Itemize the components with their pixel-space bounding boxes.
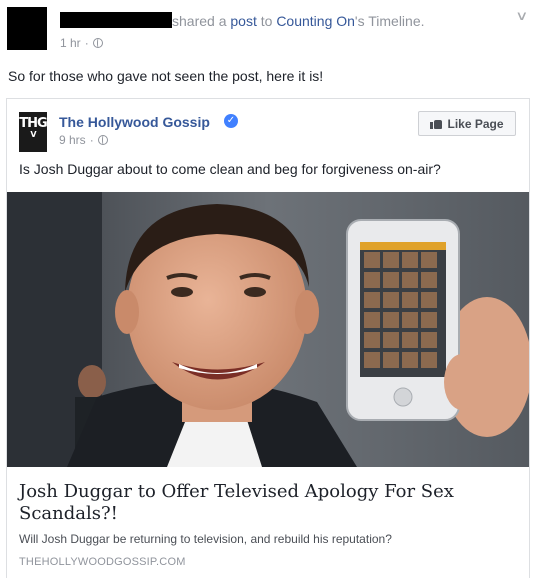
link-preview-title[interactable]: Josh Duggar to Offer Televised Apology F… [19, 481, 489, 525]
share-timestamp[interactable]: 1 hr [60, 36, 81, 50]
page-logo[interactable]: THG V [19, 112, 48, 152]
share-meta: 1 hr · [60, 36, 103, 50]
photo-illustration [7, 192, 529, 467]
sharer-avatar[interactable] [7, 7, 47, 50]
meta-separator: · [84, 36, 89, 50]
globe-icon[interactable] [97, 135, 108, 145]
shared-post-card: THG V The Hollywood Gossip ✓ 9 hrs · Lik… [6, 98, 530, 578]
like-page-label: Like Page [447, 116, 504, 131]
chevron-down-icon[interactable]: ∨ [516, 8, 529, 24]
like-page-button[interactable]: Like Page [418, 111, 516, 136]
shared-post-timestamp[interactable]: 9 hrs [59, 133, 86, 147]
meta-separator: · [89, 133, 94, 147]
globe-icon[interactable] [92, 38, 103, 48]
post-link[interactable]: post [230, 13, 256, 29]
post-text: So for those who gave not seen the post,… [8, 68, 324, 84]
thumbs-up-icon [430, 118, 443, 129]
share-action-text: shared a [172, 13, 231, 29]
link-preview-domain: THEHOLLYWOODGOSSIP.COM [19, 556, 186, 568]
shared-post-text: Is Josh Duggar about to come clean and b… [19, 161, 441, 177]
link-preview-image[interactable] [7, 192, 529, 467]
sharer-name-redacted[interactable] [60, 12, 172, 28]
share-to-text: to [256, 13, 277, 29]
share-header: shared a post to Counting On's Timeline. [172, 13, 425, 29]
link-preview-description: Will Josh Duggar be returning to televis… [19, 532, 392, 546]
timeline-owner-link[interactable]: Counting On [276, 13, 355, 29]
shared-post-meta: 9 hrs · [59, 133, 108, 147]
timeline-suffix: 's Timeline. [354, 13, 425, 29]
page-name-link[interactable]: The Hollywood Gossip [59, 114, 210, 130]
verified-badge-icon: ✓ [224, 114, 238, 128]
